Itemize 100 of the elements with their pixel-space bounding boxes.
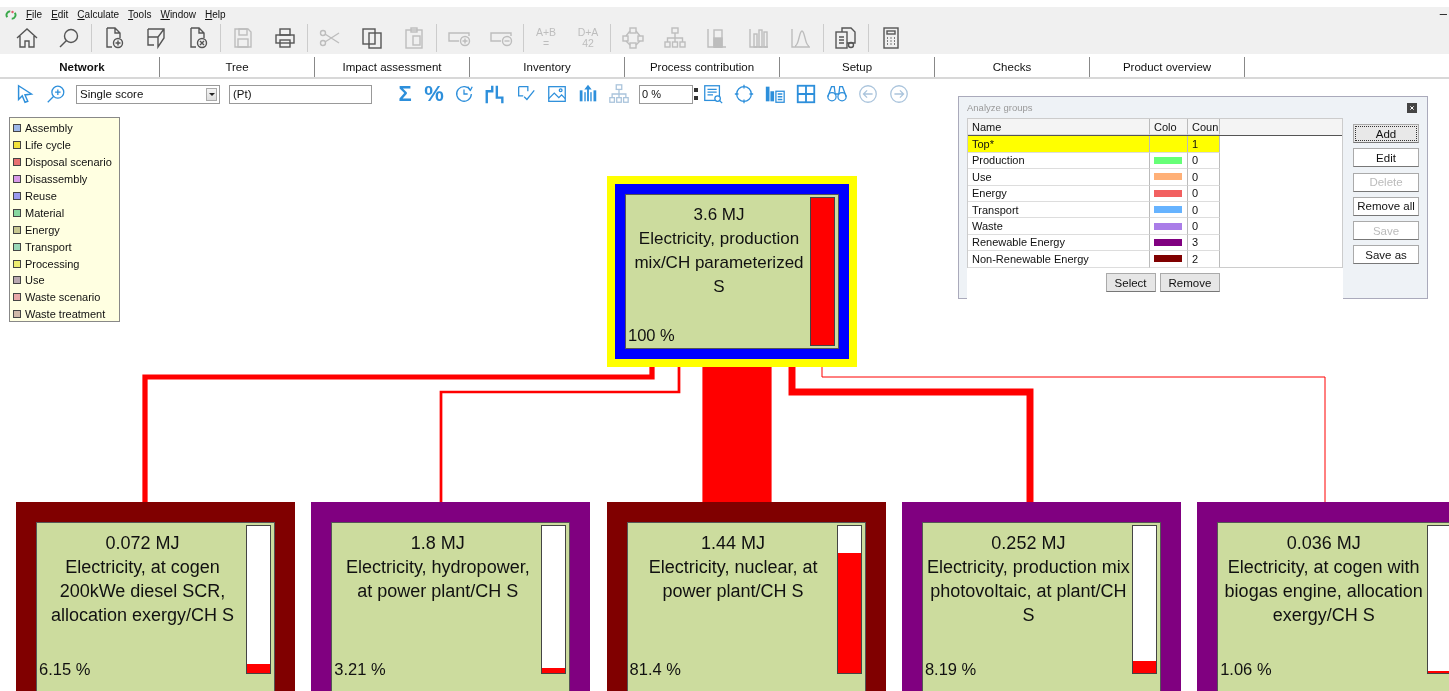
legend-label: Disassembly (25, 173, 88, 186)
menu-item[interactable]: Window (160, 9, 196, 20)
column-header[interactable]: Colo (1150, 119, 1188, 136)
legend-label: Disposal scenario (25, 156, 112, 169)
percent-text: 81.4 % (629, 660, 681, 679)
table-row[interactable]: Use 0 (968, 169, 1342, 186)
process-node[interactable]: 0.252 MJ Electricity, production mix photovoltaic, at plant/CH S 8.19 % (901, 502, 1181, 691)
table-row[interactable]: Non-Renewable Energy 2 (968, 251, 1342, 268)
crosshair-icon[interactable] (733, 83, 755, 105)
percent-text: 100 % (628, 326, 675, 345)
process-name: Electricity, at cogen with biogas engine, allocation exergy/CH S (1223, 556, 1424, 627)
table-cell: 3 (1188, 234, 1220, 252)
clock-icon[interactable] (453, 83, 475, 105)
table-row[interactable]: Waste 0 (968, 218, 1342, 235)
table-row[interactable]: Transport 0 (968, 201, 1342, 219)
percent-text: 6.15 % (39, 660, 91, 679)
unit-field[interactable]: (Pt) (229, 84, 372, 104)
search-icon[interactable] (57, 26, 81, 50)
legend-label: Waste scenario (25, 291, 101, 304)
cutoff-icon[interactable] (484, 83, 506, 105)
zoom-in-icon[interactable] (45, 83, 67, 105)
process-node[interactable]: 1.8 MJ Electricity, hydropower, at power plant/CH S 3.21 % (311, 502, 591, 691)
legend-label: Transport (25, 240, 72, 253)
process-name: Electricity, production mix photovoltaic, at plant/CH S (926, 556, 1130, 627)
tab[interactable]: Setup (780, 57, 935, 77)
table-cell: Transport (968, 201, 1150, 219)
image-icon[interactable] (546, 83, 568, 105)
legend-label: Material (25, 206, 65, 219)
dialog-button[interactable]: Remove all (1353, 196, 1419, 216)
legend-label: Energy (25, 223, 60, 236)
amount-text: 3.6 MJ (692, 204, 746, 226)
amount-text: 0.036 MJ (1285, 532, 1362, 555)
documents-icon[interactable] (834, 26, 858, 50)
percent-text: 3.21 % (334, 660, 386, 679)
column-header[interactable]: Name (968, 119, 1150, 136)
table-cell: Production (968, 152, 1150, 170)
column-header[interactable]: Coun (1188, 119, 1220, 136)
table-cell: Energy (968, 185, 1150, 202)
legend-label: Reuse (25, 190, 57, 202)
table-row[interactable]: Renewable Energy 3 (968, 234, 1342, 252)
tab[interactable]: Impact assessment (315, 57, 470, 77)
table-cell: Use (968, 169, 1150, 186)
menu-item[interactable]: Help (205, 9, 226, 20)
dialog-button[interactable]: Select (1105, 273, 1156, 292)
close-icon[interactable] (1407, 102, 1417, 113)
dialog-button[interactable]: Save as (1353, 245, 1419, 265)
table-cell: Renewable Energy (968, 234, 1150, 252)
tab[interactable]: Inventory (470, 57, 625, 77)
menu-item[interactable]: File (26, 9, 43, 20)
process-name: Electricity, nuclear, at power plant/CH S (647, 556, 819, 603)
menu-item[interactable]: Calculate (77, 9, 120, 20)
process-node[interactable]: 0.072 MJ Electricity, at cogen 200kWe diesel SCR, allocation exergy/CH S 6.15 % (16, 502, 295, 691)
printer-icon[interactable] (273, 26, 297, 50)
table-cell: 0 (1188, 152, 1220, 170)
legend-label: Assembly (25, 122, 73, 135)
dialog-button[interactable]: Add (1353, 124, 1419, 143)
tab[interactable]: Product overview (1090, 57, 1245, 77)
table-row[interactable]: Energy 0 (968, 185, 1342, 202)
report-search-icon[interactable] (702, 83, 724, 105)
table-cell: 0 (1188, 218, 1220, 235)
tab[interactable]: Network (5, 57, 160, 77)
process-node[interactable]: 0.036 MJ Electricity, at cogen with biogas engine, allocation exergy/CH S 1.06 % (1197, 502, 1449, 691)
process-node[interactable]: 1.44 MJ Electricity, nuclear, at power plant/CH S 81.4 % (606, 502, 886, 691)
score-dropdown[interactable]: Single score (76, 84, 220, 104)
table-cell: Top* (968, 136, 1150, 153)
process-name: Electricity, production mix/CH parameterized S (633, 228, 805, 298)
process-node[interactable]: 3.6 MJ Electricity, production mix/CH parameterized S 100 % (607, 176, 857, 367)
amount-text: 1.8 MJ (409, 532, 466, 555)
table-row[interactable]: Top* 1 (968, 136, 1342, 153)
grid-icon[interactable] (795, 83, 817, 105)
process-name: Electricity, hydropower, at power plant/CH S (344, 556, 531, 603)
home-icon[interactable] (15, 26, 39, 50)
tab[interactable]: Process contribution (625, 57, 780, 77)
menu-item[interactable]: Edit (51, 9, 69, 20)
percent-text: 8.19 % (924, 660, 977, 679)
dialog-button[interactable]: Edit (1353, 148, 1419, 168)
legend-label: Life cycle (25, 139, 71, 152)
table-cell: Waste (968, 218, 1150, 235)
legend-label: Processing (25, 257, 80, 270)
amount-text: 1.44 MJ (700, 532, 767, 555)
app-logo-icon (5, 8, 17, 21)
table-cell: 1 (1188, 136, 1220, 153)
minimize-button[interactable]: – (1439, 7, 1447, 21)
dialog-button[interactable]: Remove (1159, 273, 1221, 292)
amount-text: 0.072 MJ (104, 532, 181, 555)
legend-label: Waste treatment (25, 308, 106, 321)
process-name: Electricity, at cogen 200kWe diesel SCR, allocation exergy/CH S (49, 556, 236, 627)
legend-label: Use (25, 274, 45, 287)
table-cell: 2 (1188, 251, 1220, 268)
percent-text: 1.06 % (1220, 660, 1272, 679)
tab[interactable]: Checks (935, 57, 1090, 77)
dialog-title: Analyze groups (967, 102, 1033, 113)
menu-item[interactable]: Tools (128, 9, 152, 20)
table-cell: 0 (1188, 169, 1220, 186)
table-row[interactable]: Production 0 (968, 152, 1342, 170)
copy-icon[interactable] (360, 26, 384, 50)
amount-text: 0.252 MJ (990, 532, 1067, 555)
table-cell: Non-Renewable Energy (968, 251, 1150, 268)
tab[interactable]: Tree (160, 57, 315, 77)
table-cell: 0 (1188, 201, 1220, 219)
